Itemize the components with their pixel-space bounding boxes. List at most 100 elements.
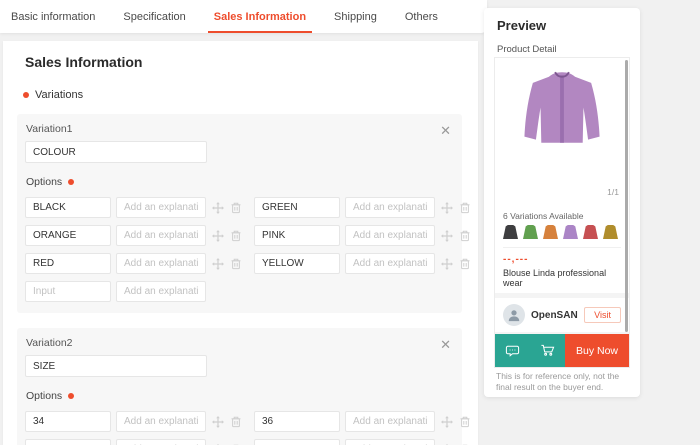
drag-handle-icon[interactable] (440, 257, 453, 270)
delete-option-icon[interactable] (229, 201, 242, 214)
option-explanation-input[interactable] (116, 197, 206, 218)
option-name-input[interactable] (254, 439, 340, 445)
variation1-card: Variation1 ✕ Options (17, 114, 469, 313)
option-explanation-input[interactable] (116, 253, 206, 274)
preview-title: Preview (497, 18, 547, 33)
cart-icon (541, 344, 555, 356)
tab-others[interactable]: Others (404, 0, 439, 33)
drag-handle-icon[interactable] (211, 229, 224, 242)
delete-option-icon[interactable] (229, 257, 242, 270)
options-label-row: Options (26, 176, 454, 188)
color-swatch[interactable] (583, 225, 598, 239)
delete-option-icon[interactable] (458, 415, 471, 428)
option-row (25, 411, 242, 432)
tab-specification[interactable]: Specification (122, 0, 186, 33)
product-preview-frame: 1/1 6 Variations Available --,--- Blouse… (494, 57, 630, 368)
option-row (254, 253, 471, 274)
option-explanation-input[interactable] (345, 253, 435, 274)
variation2-card: Variation2 ✕ Options (17, 328, 469, 445)
option-name-input[interactable] (25, 253, 111, 274)
option-name-input[interactable] (254, 253, 340, 274)
option-name-input[interactable] (25, 197, 111, 218)
product-name: Blouse Linda professional wear (503, 268, 607, 288)
option-name-input[interactable] (25, 225, 111, 246)
variation1-name-input[interactable] (25, 141, 207, 163)
option-row (25, 225, 242, 246)
color-swatch[interactable] (563, 225, 578, 239)
seller-product-edit-screen: Basic information Specification Sales In… (0, 0, 700, 445)
delete-option-icon[interactable] (458, 229, 471, 242)
delete-option-icon[interactable] (229, 229, 242, 242)
options-label: Options (26, 390, 63, 402)
option-row (25, 197, 242, 218)
buy-now-button[interactable]: Buy Now (565, 334, 629, 367)
option-name-input[interactable] (25, 411, 111, 432)
options-label-row: Options (26, 390, 454, 402)
option-explanation-input[interactable] (116, 411, 206, 432)
variation2-options-grid (25, 411, 469, 445)
delete-option-icon[interactable] (229, 415, 242, 428)
options-label: Options (26, 176, 63, 188)
color-swatch[interactable] (503, 225, 518, 239)
close-icon[interactable]: ✕ (440, 338, 451, 351)
delete-option-icon[interactable] (458, 257, 471, 270)
visit-button[interactable]: Visit (584, 307, 621, 323)
drag-handle-icon[interactable] (211, 257, 224, 270)
variations-label-row: Variations (23, 89, 478, 101)
option-explanation-input[interactable] (116, 281, 206, 302)
color-swatch[interactable] (543, 225, 558, 239)
drag-handle-icon[interactable] (440, 201, 453, 214)
required-dot-icon (23, 92, 29, 98)
color-swatch[interactable] (523, 225, 538, 239)
add-to-cart-button[interactable] (530, 334, 565, 367)
variation-swatches (503, 225, 621, 239)
drag-handle-icon[interactable] (440, 415, 453, 428)
color-swatch[interactable] (603, 225, 618, 239)
chat-icon (505, 345, 520, 357)
tab-sales-information[interactable]: Sales Information (207, 0, 313, 33)
sales-information-panel: Sales Information Variations Variation1 … (3, 41, 478, 445)
variation2-name-input[interactable] (25, 355, 207, 377)
required-dot-icon (68, 393, 75, 399)
close-icon[interactable]: ✕ (440, 124, 451, 137)
section-tabbar: Basic information Specification Sales In… (0, 0, 487, 33)
blouse-illustration (524, 71, 600, 143)
variations-available-label: 6 Variations Available (503, 211, 584, 221)
option-explanation-input[interactable] (345, 197, 435, 218)
chat-button[interactable] (495, 334, 530, 367)
option-name-input[interactable] (254, 197, 340, 218)
option-name-input[interactable] (25, 439, 111, 445)
required-dot-icon (68, 179, 75, 185)
option-row (254, 197, 471, 218)
option-explanation-input[interactable] (345, 439, 435, 445)
shop-avatar (503, 304, 525, 326)
price-placeholder: --,--- (503, 254, 529, 265)
option-name-input[interactable] (254, 225, 340, 246)
option-row (25, 439, 242, 445)
page-title: Sales Information (25, 54, 143, 70)
delete-option-icon[interactable] (458, 201, 471, 214)
option-name-input[interactable] (254, 411, 340, 432)
option-row (25, 281, 242, 302)
drag-handle-icon[interactable] (440, 229, 453, 242)
option-explanation-input[interactable] (345, 225, 435, 246)
drag-handle-icon[interactable] (211, 201, 224, 214)
option-explanation-input[interactable] (345, 411, 435, 432)
drag-handle-icon[interactable] (211, 415, 224, 428)
product-detail-label: Product Detail (497, 44, 557, 55)
shop-name: OpenSANDBOX9 (531, 309, 578, 321)
option-explanation-input[interactable] (116, 225, 206, 246)
option-row (254, 439, 471, 445)
tab-basic-information[interactable]: Basic information (10, 0, 96, 33)
variations-label: Variations (35, 89, 84, 101)
teal-action-group (495, 334, 565, 367)
image-page-indicator: 1/1 (607, 187, 619, 197)
variation1-options-grid (25, 197, 469, 302)
person-icon (508, 310, 520, 322)
preview-scrollbar[interactable] (625, 60, 628, 332)
preview-panel: Preview Product Detail 1/1 6 Variations … (484, 8, 640, 397)
option-explanation-input[interactable] (116, 439, 206, 445)
tab-shipping[interactable]: Shipping (333, 0, 378, 33)
divider (503, 247, 621, 248)
option-name-input[interactable] (25, 281, 111, 302)
